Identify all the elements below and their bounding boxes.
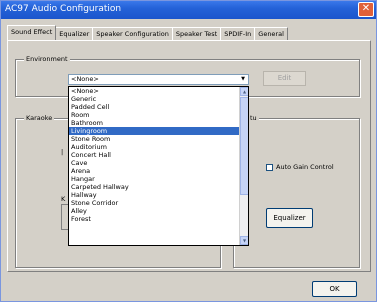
dropdown-option[interactable]: Bathroom (69, 119, 241, 127)
auto-gain-control-row[interactable]: Auto Gain Control (266, 162, 334, 172)
dropdown-option[interactable]: Stone Room (69, 135, 241, 143)
auto-gain-label: Auto Gain Control (276, 163, 334, 171)
auto-gain-group-label: tu (248, 114, 259, 122)
karaoke-group-label: Karaoke (24, 114, 55, 122)
dropdown-option[interactable]: Carpeted Hallway (69, 183, 241, 191)
dropdown-option[interactable]: Hangar (69, 175, 241, 183)
auto-gain-group: tu (233, 114, 360, 268)
scroll-down-icon[interactable]: ▼ (240, 236, 248, 245)
dropdown-option[interactable]: Arena (69, 167, 241, 175)
scrollbar-thumb[interactable] (240, 97, 248, 195)
dropdown-option-highlighted[interactable]: Livingroom (69, 127, 241, 135)
tab-speaker-configuration[interactable]: Speaker Configuration (92, 27, 173, 40)
window-title: AC97 Audio Configuration (5, 4, 122, 14)
tab-strip: Sound Effect Equalizer Speaker Configura… (7, 25, 288, 41)
tab-equalizer[interactable]: Equalizer (55, 27, 94, 40)
tab-sound-effect[interactable]: Sound Effect (7, 25, 57, 40)
edit-button[interactable]: Edit (263, 71, 306, 86)
equalizer-button[interactable]: Equalizer (266, 208, 313, 228)
tab-speaker-test[interactable]: Speaker Test (171, 27, 222, 40)
auto-gain-checkbox[interactable] (266, 163, 273, 171)
close-icon[interactable]: ✕ (358, 2, 374, 17)
dropdown-option[interactable]: Generic (69, 95, 241, 103)
dropdown-option[interactable]: Auditorium (69, 143, 241, 151)
environment-selected-value: <None> (71, 75, 99, 83)
ok-button[interactable]: OK (312, 281, 357, 297)
chevron-down-icon[interactable]: ▼ (239, 76, 247, 83)
karaoke-tick-label: | (61, 148, 64, 156)
dropdown-option[interactable]: Padded Cell (69, 103, 241, 111)
karaoke-k-label: K (61, 195, 66, 203)
dropdown-option[interactable]: Alley (69, 207, 241, 215)
tab-general[interactable]: General (254, 27, 288, 40)
dropdown-option[interactable]: <None> (69, 87, 241, 95)
dropdown-option[interactable]: Cave (69, 159, 241, 167)
audio-config-window: AC97 Audio Configuration ✕ Sound Effect … (0, 0, 377, 302)
dropdown-option[interactable]: Concert Hall (69, 151, 241, 159)
environment-dropdown-list[interactable]: <None> Generic Padded Cell Room Bathroom… (68, 86, 249, 246)
environment-select[interactable]: <None> ▼ (68, 74, 249, 85)
title-bar[interactable]: AC97 Audio Configuration ✕ (1, 1, 376, 19)
dropdown-option[interactable]: Forest (69, 215, 241, 223)
environment-group-label: Environment (24, 55, 70, 63)
scroll-up-icon[interactable]: ▲ (240, 87, 248, 96)
dropdown-option[interactable]: Room (69, 111, 241, 119)
dropdown-option[interactable]: Stone Corridor (69, 199, 241, 207)
dropdown-option[interactable]: Hallway (69, 191, 241, 199)
tab-spdif-in[interactable]: SPDIF-In (220, 27, 256, 40)
environment-options: <None> Generic Padded Cell Room Bathroom… (69, 87, 241, 223)
dropdown-scrollbar[interactable]: ▲ ▼ (239, 87, 248, 245)
